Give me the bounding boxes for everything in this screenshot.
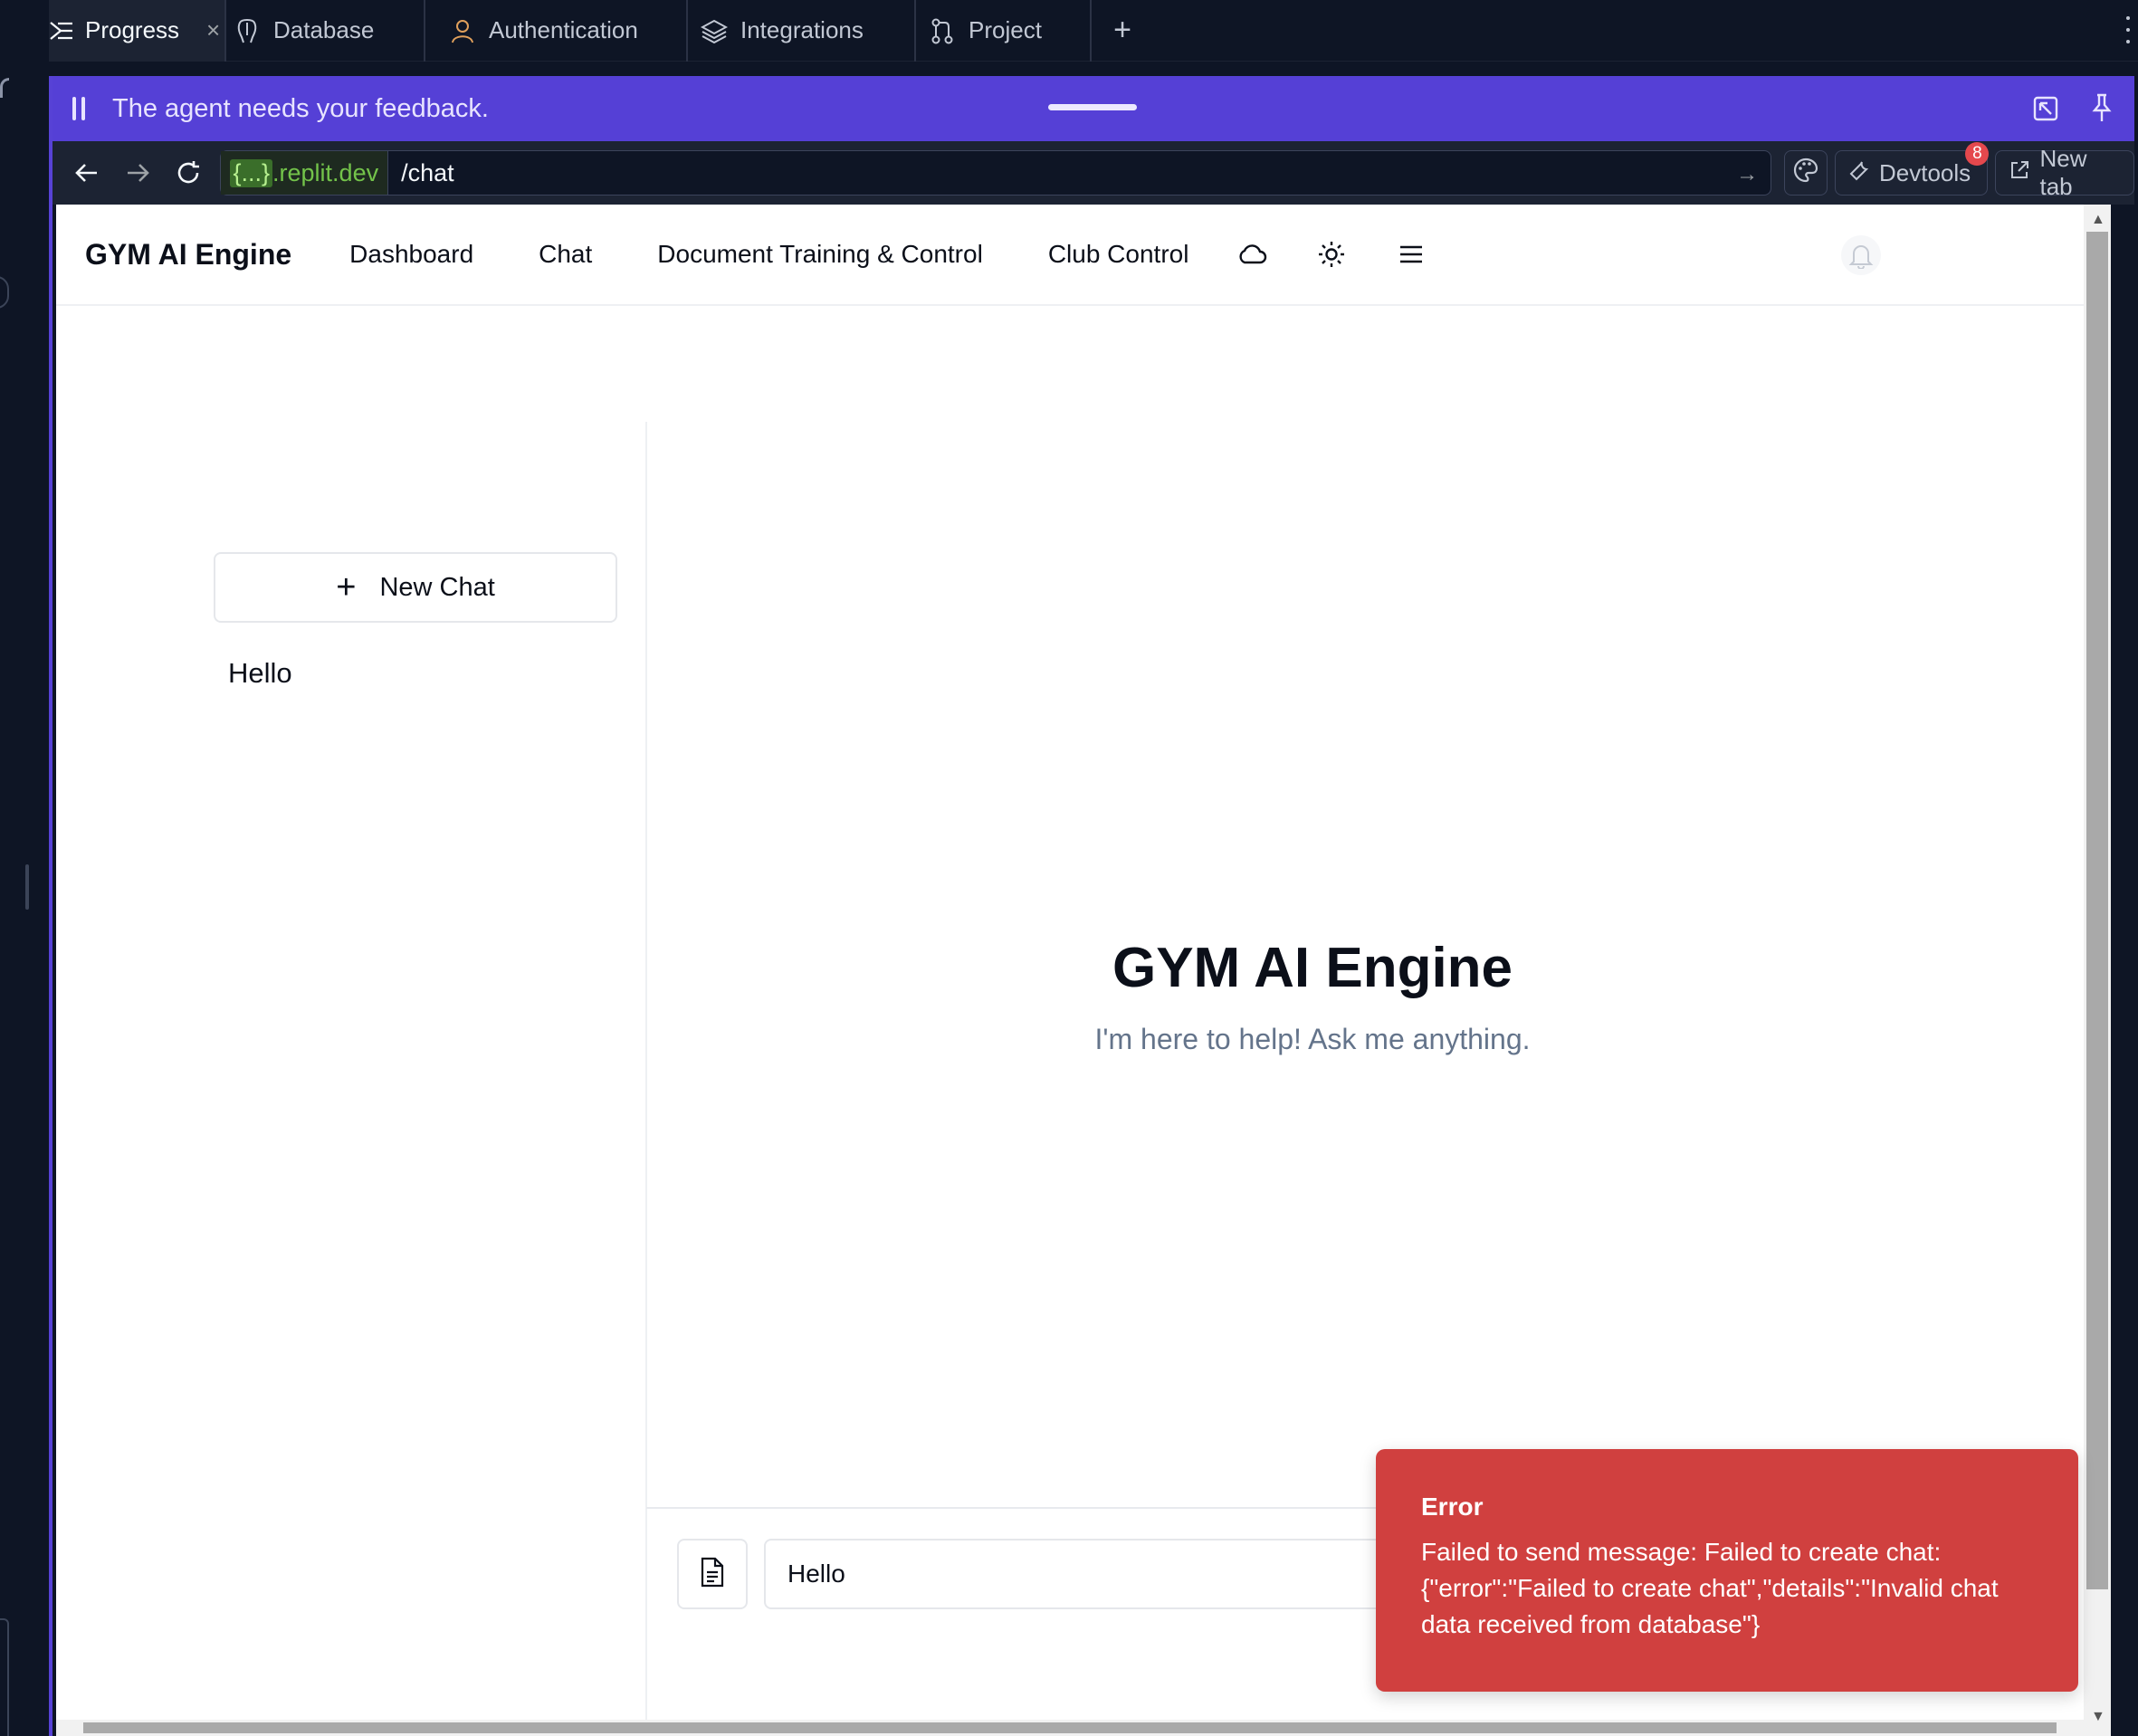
bell-icon[interactable] bbox=[1841, 235, 1881, 275]
more-options-icon[interactable] bbox=[2124, 16, 2133, 43]
attach-document-button[interactable] bbox=[677, 1539, 748, 1609]
toast-message: Failed to send message: Failed to create… bbox=[1421, 1538, 1999, 1638]
forward-arrow-icon[interactable] bbox=[116, 151, 159, 195]
url-host-redacted: {...} bbox=[230, 158, 273, 187]
nav-chat[interactable]: Chat bbox=[539, 240, 592, 269]
app-navbar: GYM AI Engine Dashboard Chat Document Tr… bbox=[56, 205, 2111, 306]
url-field[interactable]: {...} .replit.dev /chat → bbox=[220, 150, 1772, 196]
popout-icon[interactable] bbox=[2031, 94, 2060, 123]
layers-icon bbox=[701, 17, 728, 44]
collapsed-panel-edge bbox=[0, 78, 9, 98]
devtools-label: Devtools bbox=[1878, 158, 1971, 186]
devtools-button[interactable]: Devtools 8 bbox=[1834, 142, 1990, 196]
scrollbar-thumb[interactable] bbox=[2086, 232, 2108, 1589]
new-tab-button[interactable]: New tab bbox=[1995, 145, 2135, 200]
palette-icon bbox=[1792, 157, 1819, 190]
progress-icon bbox=[49, 17, 74, 44]
agent-feedback-banner[interactable]: The agent needs your feedback. bbox=[52, 76, 2134, 141]
error-count-badge: 8 bbox=[1965, 142, 1990, 166]
chat-sidebar bbox=[56, 308, 646, 1736]
document-icon bbox=[700, 1557, 725, 1592]
palette-button[interactable] bbox=[1784, 150, 1828, 196]
scroll-up-arrow[interactable]: ▲ bbox=[2091, 212, 2105, 228]
new-tab-label: New tab bbox=[2039, 145, 2087, 200]
collapsed-panel-button[interactable] bbox=[0, 276, 9, 309]
resize-handle[interactable] bbox=[25, 864, 29, 910]
tab-integrations[interactable]: Integrations bbox=[688, 0, 916, 62]
vertical-scrollbar[interactable]: ▲ ▼ bbox=[2084, 205, 2111, 1736]
url-host: {...} .replit.dev bbox=[221, 151, 389, 195]
tab-label: Progress bbox=[85, 16, 180, 43]
banner-text: The agent needs your feedback. bbox=[112, 93, 489, 123]
database-icon bbox=[234, 17, 261, 44]
tab-project[interactable]: Project bbox=[916, 0, 1092, 62]
sidebar-divider bbox=[645, 422, 647, 1736]
horizontal-scrollbar[interactable] bbox=[56, 1720, 2084, 1736]
url-host-suffix: .replit.dev bbox=[272, 158, 379, 186]
left-panel-strip bbox=[0, 0, 49, 1736]
pin-icon[interactable] bbox=[2087, 92, 2116, 123]
app-brand[interactable]: GYM AI Engine bbox=[85, 238, 291, 272]
scrollbar-thumb[interactable] bbox=[83, 1722, 2057, 1733]
cloud-icon[interactable] bbox=[1236, 238, 1268, 271]
tab-authentication[interactable]: Authentication bbox=[425, 0, 688, 62]
wrench-icon bbox=[1848, 159, 1870, 187]
new-chat-button[interactable]: + New Chat bbox=[214, 552, 617, 623]
collapsed-panel-input[interactable] bbox=[0, 1618, 9, 1736]
plus-icon: + bbox=[336, 568, 357, 606]
user-icon bbox=[449, 17, 476, 44]
welcome-title: GYM AI Engine bbox=[1112, 937, 1513, 999]
git-branch-icon bbox=[929, 17, 956, 44]
scroll-down-arrow[interactable]: ▼ bbox=[2091, 1709, 2105, 1725]
error-toast[interactable]: Error Failed to send message: Failed to … bbox=[1376, 1449, 2078, 1692]
toast-title: Error bbox=[1421, 1493, 1484, 1521]
nav-dashboard[interactable]: Dashboard bbox=[349, 240, 473, 269]
new-chat-label: New Chat bbox=[379, 572, 495, 602]
go-arrow-icon[interactable]: → bbox=[1736, 162, 1758, 187]
tab-label: Authentication bbox=[489, 16, 638, 43]
tab-database[interactable]: Database bbox=[226, 0, 425, 62]
nav-document-training[interactable]: Document Training & Control bbox=[657, 240, 983, 269]
welcome-subtitle: I'm here to help! Ask me anything. bbox=[1094, 1023, 1531, 1055]
tab-label: Database bbox=[273, 16, 375, 43]
nav-club-control[interactable]: Club Control bbox=[1048, 240, 1189, 269]
close-icon[interactable]: × bbox=[206, 16, 220, 44]
back-arrow-icon[interactable] bbox=[65, 151, 109, 195]
chat-history-item[interactable]: Hello bbox=[228, 657, 292, 690]
external-link-icon bbox=[2009, 159, 2030, 187]
add-tab-button[interactable]: + bbox=[1092, 0, 1153, 62]
pause-icon[interactable] bbox=[72, 97, 89, 120]
tab-label: Project bbox=[969, 16, 1042, 43]
url-path: /chat bbox=[401, 158, 454, 186]
drag-handle[interactable] bbox=[1048, 104, 1137, 110]
tab-label: Integrations bbox=[740, 16, 864, 43]
sun-icon[interactable] bbox=[1315, 238, 1348, 271]
menu-icon[interactable] bbox=[1395, 238, 1427, 271]
reload-icon[interactable] bbox=[167, 151, 210, 195]
plus-icon: + bbox=[1113, 13, 1131, 47]
workspace-tab-bar: Progress × Database Authentication Integ… bbox=[49, 0, 2138, 62]
tab-progress[interactable]: Progress × bbox=[49, 0, 226, 62]
browser-address-bar: {...} .replit.dev /chat → Devtools 8 New… bbox=[52, 141, 2135, 205]
